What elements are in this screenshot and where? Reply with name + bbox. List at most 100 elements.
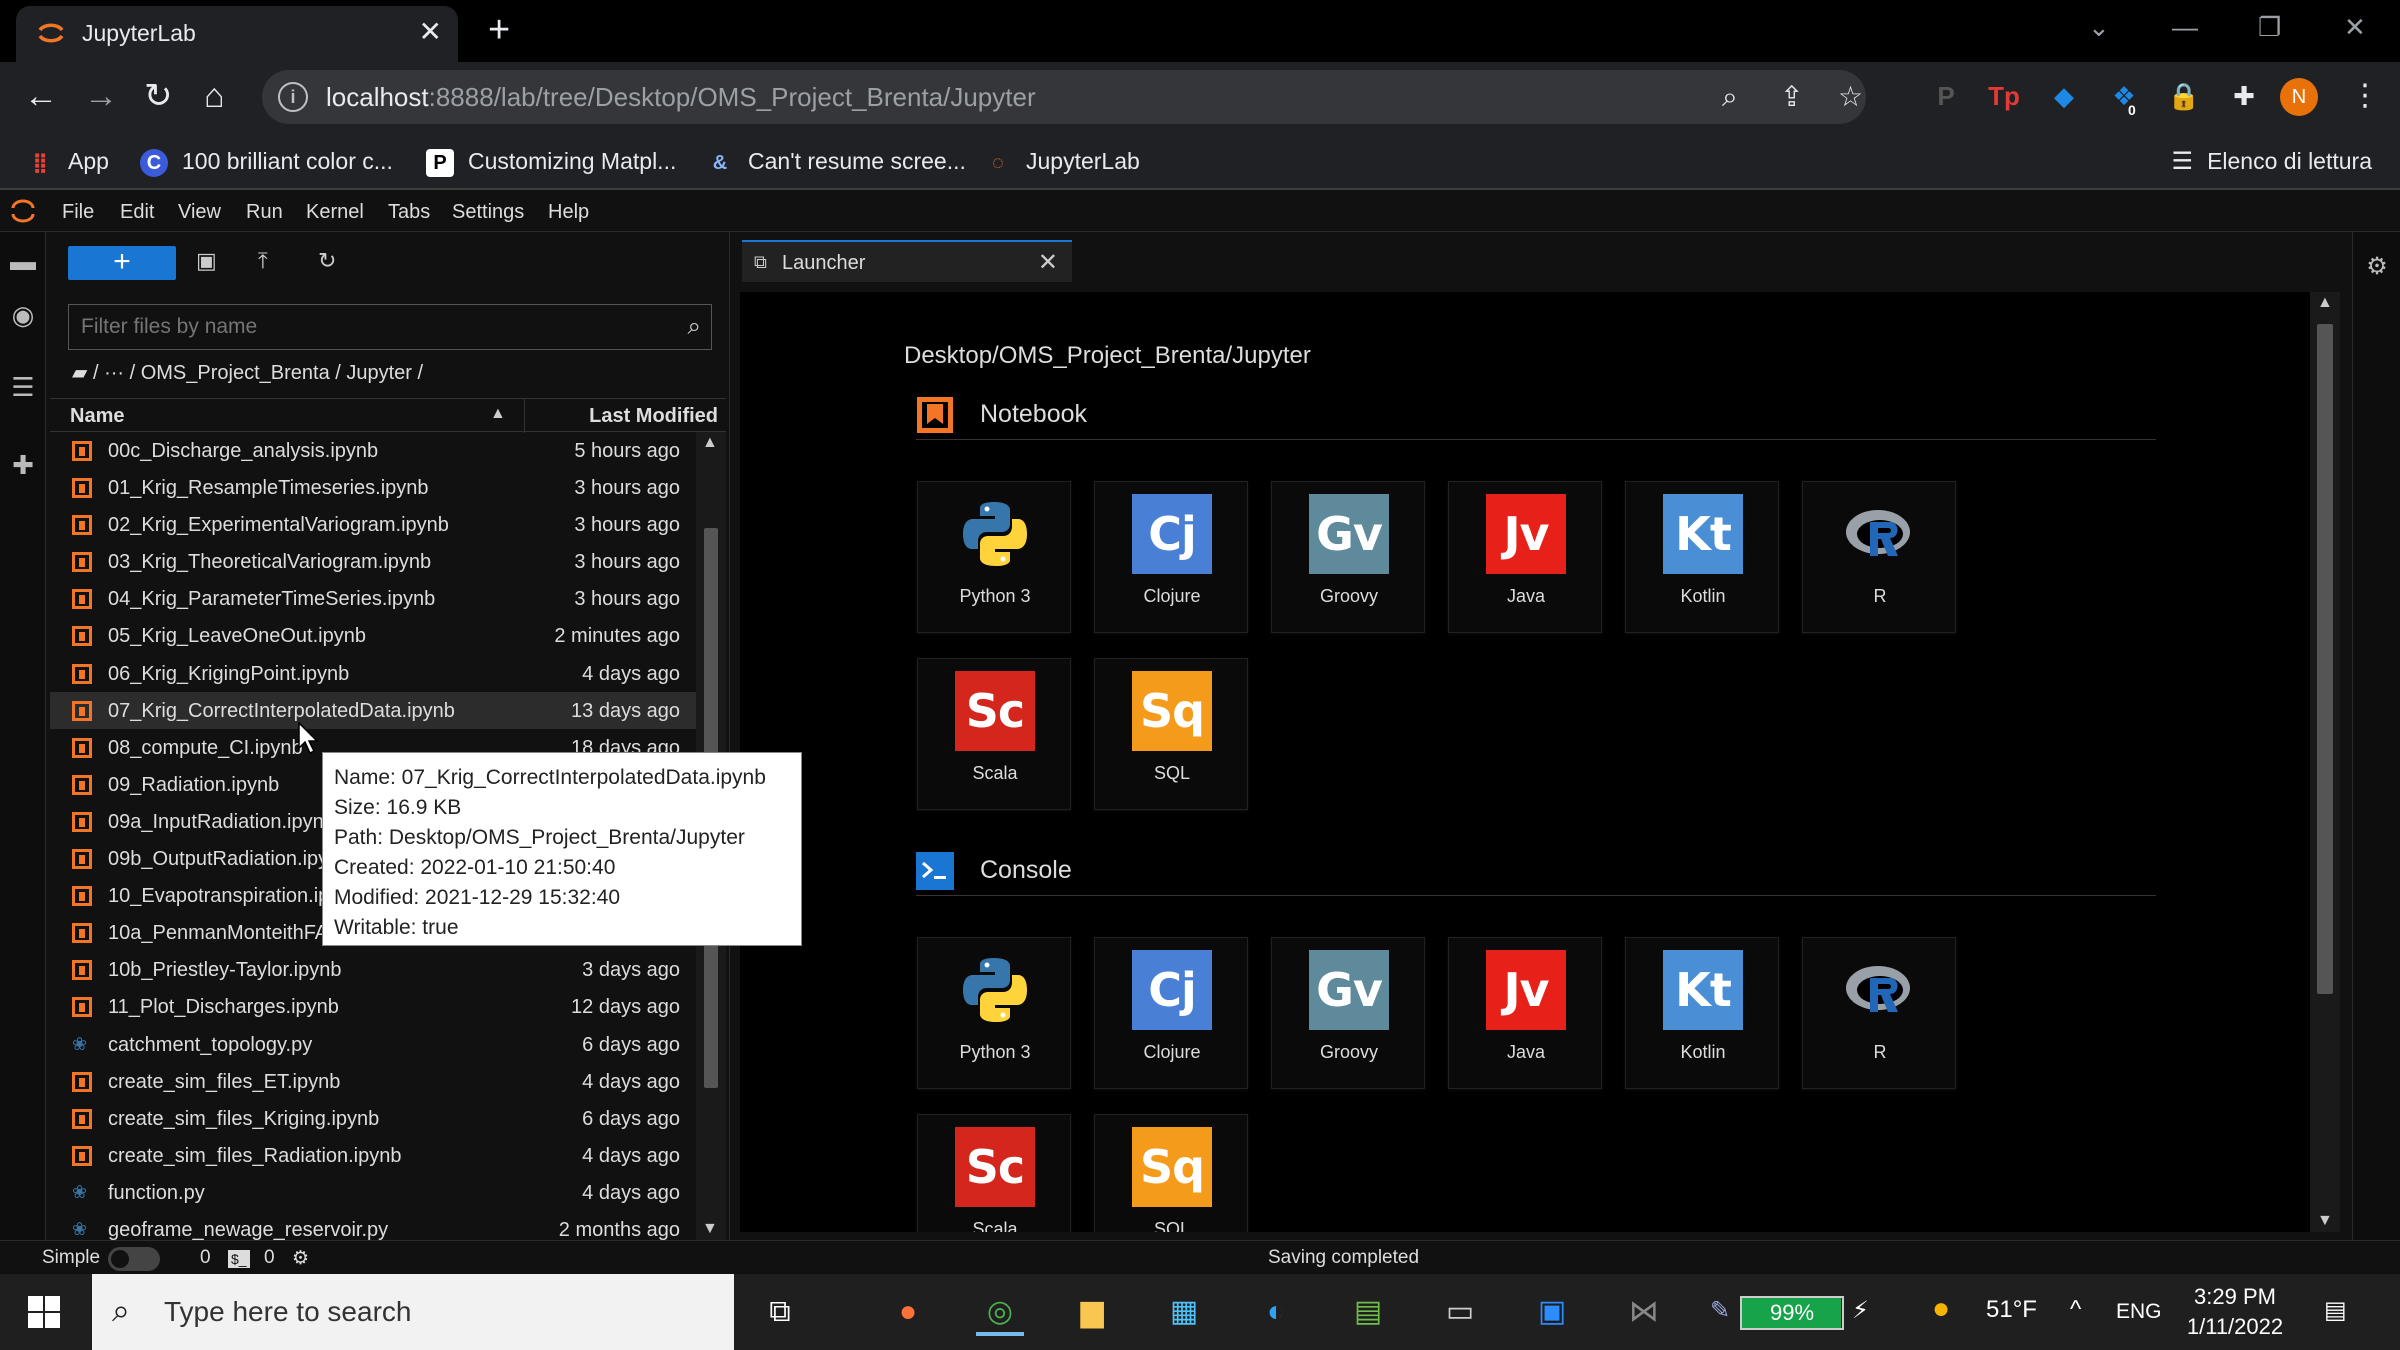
zoom-app-icon[interactable]: ▣ — [1528, 1288, 1576, 1336]
terminal-count[interactable]: 0 — [200, 1247, 211, 1269]
menu-kernel[interactable]: Kernel — [306, 201, 364, 224]
close-tab-icon[interactable]: ✕ — [1038, 248, 1058, 277]
reload-icon[interactable]: ↻ — [144, 76, 173, 116]
column-name[interactable]: Name — [70, 405, 124, 428]
toc-icon[interactable]: ☰ — [0, 372, 46, 403]
file-row[interactable]: ❀ function.py 4 days ago — [50, 1174, 700, 1211]
kernel-status-icon[interactable]: ⚙ — [292, 1247, 309, 1270]
bookmark-matplotlib[interactable]: P Customizing Matpl... — [426, 144, 676, 178]
chrome-icon[interactable]: ◎ — [976, 1288, 1024, 1336]
zoom-icon[interactable]: ⌕ — [1722, 78, 1738, 116]
chrome-menu-icon[interactable]: ⋮ — [2350, 76, 2380, 116]
tp-extension-icon[interactable]: Tp — [1986, 78, 2022, 114]
profile-avatar[interactable]: N — [2280, 78, 2318, 116]
notifications-icon[interactable]: ▤ — [2324, 1296, 2347, 1325]
notebook-card-scala[interactable]: Sc Scala — [917, 658, 1071, 810]
upload-icon[interactable]: ⤒ — [258, 248, 268, 274]
badge-extension-icon[interactable]: ❖ 0 — [2106, 78, 2142, 118]
new-folder-icon[interactable]: ▣ — [196, 248, 217, 274]
file-row[interactable]: 03_Krig_TheoreticalVariogram.ipynb 3 hour… — [50, 543, 700, 580]
menu-run[interactable]: Run — [246, 201, 283, 224]
file-row[interactable]: 05_Krig_LeaveOneOut.ipynb 2 minutes ago — [50, 617, 700, 654]
store-icon[interactable]: ▦ — [1160, 1288, 1208, 1336]
tab-search-icon[interactable]: ⌄ — [2088, 10, 2110, 44]
edge-icon[interactable]: ◐ — [1252, 1288, 1300, 1336]
diamond-extension-icon[interactable]: ◆ — [2046, 78, 2082, 114]
file-explorer-icon[interactable]: ▆ — [1068, 1288, 1116, 1336]
clock[interactable]: 3:29 PM 1/11/2022 — [2170, 1282, 2300, 1342]
firefox-icon[interactable]: ● — [884, 1288, 932, 1336]
console-card-kotlin[interactable]: Kt Kotlin — [1625, 937, 1779, 1089]
close-window-icon[interactable]: ✕ — [2344, 10, 2366, 44]
menu-view[interactable]: View — [178, 201, 221, 224]
new-tab-icon[interactable]: + — [488, 10, 510, 50]
notebook-card-r[interactable]: R — [1802, 481, 1956, 633]
file-row[interactable]: 01_Krig_ResampleTimeseries.ipynb 3 hours … — [50, 469, 700, 506]
menu-help[interactable]: Help — [548, 201, 589, 224]
new-launcher-button[interactable]: + — [68, 246, 176, 280]
column-last-modified[interactable]: Last Modified — [589, 405, 718, 428]
folder-home-icon[interactable]: ▰ — [72, 362, 87, 384]
file-row[interactable]: 07_Krig_CorrectInterpolatedData.ipynb 13 … — [50, 691, 700, 729]
forward-icon[interactable]: → — [84, 76, 118, 116]
notebook-card-sql[interactable]: Sq SQL — [1094, 658, 1248, 810]
scroll-down-icon[interactable]: ▼ — [2317, 1212, 2333, 1230]
paypal-extension-icon[interactable]: P — [1928, 78, 1964, 114]
file-row[interactable]: ❀ geoframe_newage_reservoir.py 2 months ag… — [50, 1211, 700, 1240]
menu-settings[interactable]: Settings — [452, 201, 524, 224]
windows-start-icon[interactable] — [28, 1296, 60, 1328]
scroll-down-icon[interactable]: ▼ — [702, 1220, 718, 1238]
lock-extension-icon[interactable]: 🔒 — [2166, 78, 2202, 114]
restore-icon[interactable]: ❐ — [2258, 10, 2281, 44]
launcher-scrollbar[interactable]: ▲ ▼ — [2310, 292, 2340, 1232]
file-row[interactable]: create_sim_files_Radiation.ipynb 4 days a… — [50, 1137, 700, 1174]
temperature[interactable]: 51°F — [1986, 1296, 2037, 1324]
file-row[interactable]: create_sim_files_Kriging.ipynb 6 days ago — [50, 1100, 700, 1137]
bookmark-color[interactable]: C 100 brilliant color c... — [140, 144, 393, 178]
notebook-card-java[interactable]: Jv Java — [1448, 481, 1602, 633]
notebook-card-kotlin[interactable]: Kt Kotlin — [1625, 481, 1779, 633]
url-text[interactable]: localhost:8888/lab/tree/Desktop/OMS_Proj… — [326, 82, 1036, 113]
file-row[interactable]: 02_Krig_ExperimentalVariogram.ipynb 3 hou… — [50, 506, 700, 543]
file-row[interactable]: create_sim_files_ET.ipynb 4 days ago — [50, 1063, 700, 1100]
scroll-up-icon[interactable]: ▲ — [2317, 294, 2333, 312]
language-indicator[interactable]: ENG — [2116, 1300, 2162, 1324]
menu-tabs[interactable]: Tabs — [388, 201, 430, 224]
weather-sun-icon[interactable]: ● — [1932, 1292, 1950, 1326]
share-icon[interactable]: ⇪ — [1780, 78, 1803, 116]
file-row[interactable]: 10b_Priestley-Taylor.ipynb 3 days ago — [50, 951, 700, 988]
site-info-icon[interactable]: i — [278, 82, 308, 112]
file-row[interactable]: ❀ catchment_topology.py 6 days ago — [50, 1026, 700, 1063]
folder-icon[interactable]: ▬ — [0, 246, 46, 277]
file-row[interactable]: 06_Krig_KrigingPoint.ipynb 4 days ago — [50, 655, 700, 692]
file-row[interactable]: 00c_Discharge_analysis.ipynb 5 hours ago — [50, 432, 700, 469]
bookmark-star-icon[interactable]: ☆ — [1838, 78, 1863, 116]
pen-icon[interactable]: ✎ — [1710, 1296, 1730, 1325]
battery-indicator[interactable]: 99% — [1740, 1296, 1844, 1330]
scrollbar-thumb[interactable] — [2317, 324, 2333, 994]
filter-input[interactable] — [81, 315, 661, 339]
console-card-groovy[interactable]: Gv Groovy — [1271, 937, 1425, 1089]
tab-launcher[interactable]: ⧉ Launcher ✕ — [742, 240, 1072, 282]
menu-edit[interactable]: Edit — [120, 201, 154, 224]
minimize-icon[interactable]: — — [2172, 10, 2198, 44]
back-icon[interactable]: ← — [24, 76, 58, 116]
task-view-icon[interactable]: ⧉ — [756, 1288, 804, 1336]
notebook-card-clojure[interactable]: Cj Clojure — [1094, 481, 1248, 633]
terminal-icon[interactable]: $_ — [228, 1250, 250, 1268]
console-card-java[interactable]: Jv Java — [1448, 937, 1602, 1089]
address-bar[interactable]: i localhost:8888/lab/tree/Desktop/OMS_Pr… — [262, 70, 1866, 124]
property-inspector-icon[interactable]: ⚙ — [2353, 252, 2400, 281]
menu-file[interactable]: File — [62, 201, 94, 224]
scroll-up-icon[interactable]: ▲ — [702, 434, 718, 452]
refresh-icon[interactable]: ↻ — [318, 248, 336, 274]
notebook-card-python-3[interactable]: Python 3 — [917, 481, 1071, 633]
home-icon[interactable]: ⌂ — [204, 76, 225, 116]
console-card-r[interactable]: R — [1802, 937, 1956, 1089]
console-card-clojure[interactable]: Cj Clojure — [1094, 937, 1248, 1089]
file-row[interactable]: 11_Plot_Discharges.ipynb 12 days ago — [50, 988, 700, 1025]
notebook-card-groovy[interactable]: Gv Groovy — [1271, 481, 1425, 633]
tab-close-icon[interactable]: ✕ — [419, 16, 442, 48]
puzzle-extensions-icon[interactable]: ✚ — [2226, 78, 2262, 114]
bookmark-resume[interactable]: & Can't resume scree... — [706, 144, 966, 178]
